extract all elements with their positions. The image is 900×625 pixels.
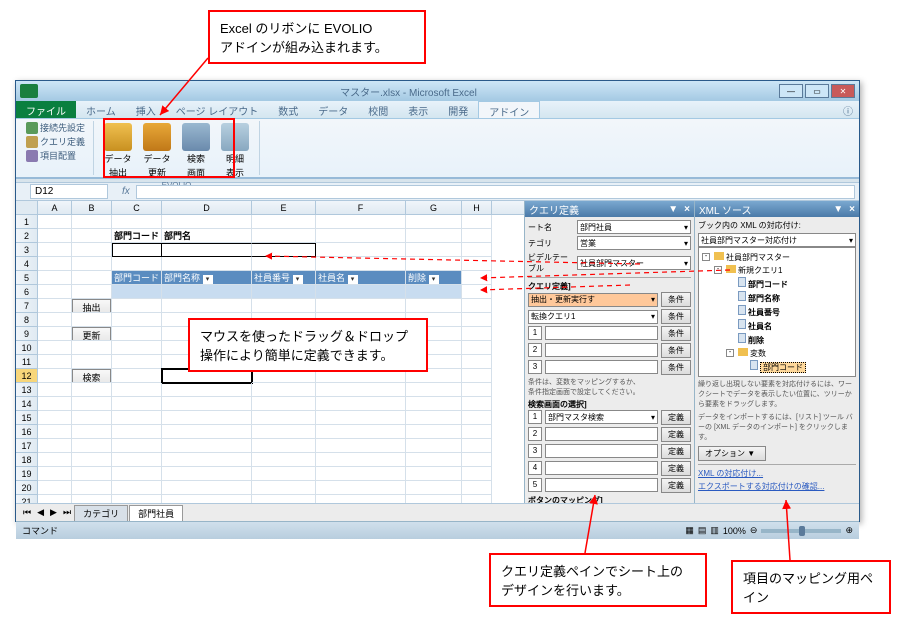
annotation-arrows: [0, 0, 900, 625]
callout-ribbon: Excel のリボンに EVOLIO アドインが組み込まれます。: [208, 10, 426, 64]
callout-mappane: 項目のマッピング用ペイン: [731, 560, 891, 614]
callout-querypane: クエリ定義ペインでシート上の デザインを行います。: [489, 553, 707, 607]
callout-dragdrop: マウスを使ったドラッグ＆ドロップ 操作により簡単に定義できます。: [188, 318, 428, 372]
